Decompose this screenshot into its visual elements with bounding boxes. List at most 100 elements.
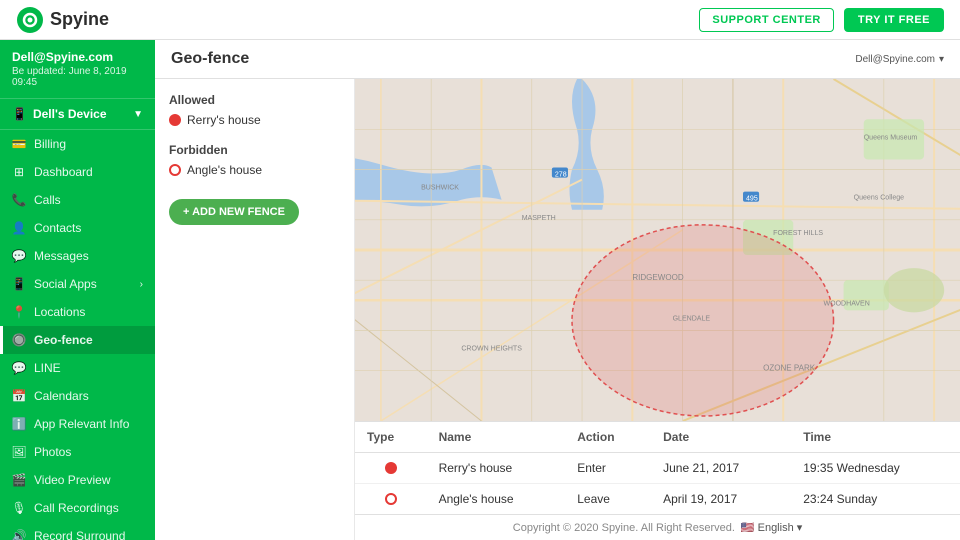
main-layout: Dell@Spyine.com Be updated: June 8, 2019… xyxy=(0,40,960,540)
sidebar-item-app-relevant-info[interactable]: ℹ️ App Relevant Info xyxy=(0,410,155,438)
svg-text:278: 278 xyxy=(555,172,567,179)
nav-label: Locations xyxy=(34,305,85,319)
sidebar-email: Dell@Spyine.com xyxy=(12,50,143,64)
sidebar-item-call-recordings[interactable]: 🎙 Call Recordings xyxy=(0,494,155,522)
type-dot-outline xyxy=(385,493,397,505)
nav-icon: ⊞ xyxy=(12,165,26,179)
nav-icon: 🔘 xyxy=(12,333,26,347)
table-wrapper: Type Name Action Date Time Rerry's house… xyxy=(355,422,960,514)
sidebar-item-line[interactable]: 💬 LINE xyxy=(0,354,155,382)
language-selector[interactable]: 🇺🇸 English ▾ xyxy=(741,521,802,534)
col-date: Date xyxy=(651,422,791,453)
map-svg: BROOKLYN CROWN HEIGHTS RIDGEWOOD GLENDAL… xyxy=(355,79,960,421)
nav-icon: ℹ️ xyxy=(12,417,26,431)
sidebar-nav: 💳 Billing ⊞ Dashboard 📞 Calls 👤 Contacts… xyxy=(0,130,155,540)
sidebar: Dell@Spyine.com Be updated: June 8, 2019… xyxy=(0,40,155,540)
svg-text:Queens Museum: Queens Museum xyxy=(864,134,918,141)
allowed-dot-icon xyxy=(169,114,181,126)
nav-label: App Relevant Info xyxy=(34,417,129,431)
sidebar-item-locations[interactable]: 📍 Locations xyxy=(0,298,155,326)
sidebar-item-record-surround[interactable]: 🔊 Record Surround xyxy=(0,522,155,540)
flag-icon: 🇺🇸 xyxy=(741,521,755,534)
col-name: Name xyxy=(427,422,566,453)
sidebar-device[interactable]: 📱 Dell's Device ▼ xyxy=(0,99,155,130)
sidebar-item-photos[interactable]: 🖼 Photos xyxy=(0,438,155,466)
sidebar-item-social-apps[interactable]: 📱 Social Apps › xyxy=(0,270,155,298)
sidebar-item-dashboard[interactable]: ⊞ Dashboard xyxy=(0,158,155,186)
nav-icon: 💳 xyxy=(12,137,26,151)
table-row: Rerry's house Enter June 21, 2017 19:35 … xyxy=(355,453,960,484)
sidebar-item-calendars[interactable]: 📅 Calendars xyxy=(0,382,155,410)
svg-text:BUSHWICK: BUSHWICK xyxy=(421,185,459,192)
dropdown-chevron-icon: ▾ xyxy=(939,54,944,65)
nav-label: Contacts xyxy=(34,221,81,235)
fence-events-table: Type Name Action Date Time Rerry's house… xyxy=(355,422,960,514)
col-action: Action xyxy=(565,422,651,453)
support-center-button[interactable]: SUPPORT CENTER xyxy=(699,8,833,32)
content-area: Geo-fence Dell@Spyine.com ▾ Allowed Rerr… xyxy=(155,40,960,540)
allowed-fence-item: Rerry's house xyxy=(169,113,340,127)
nav-arrow-icon: › xyxy=(140,279,143,290)
nav-icon: 📅 xyxy=(12,389,26,403)
content-header: Geo-fence Dell@Spyine.com ▾ xyxy=(155,40,960,79)
sidebar-updated: Be updated: June 8, 2019 09:45 xyxy=(12,66,143,88)
sidebar-item-billing[interactable]: 💳 Billing xyxy=(0,130,155,158)
nav-label: Billing xyxy=(34,137,66,151)
sidebar-item-calls[interactable]: 📞 Calls xyxy=(0,186,155,214)
cell-time: 23:24 Sunday xyxy=(791,484,960,515)
cell-action: Leave xyxy=(565,484,651,515)
forbidden-fence-name: Angle's house xyxy=(187,163,262,177)
page-title: Geo-fence xyxy=(171,50,249,68)
svg-text:495: 495 xyxy=(746,196,758,203)
table-header-row: Type Name Action Date Time xyxy=(355,422,960,453)
add-new-fence-button[interactable]: + ADD NEW FENCE xyxy=(169,199,299,225)
nav-icon: 📞 xyxy=(12,193,26,207)
table-row: Angle's house Leave April 19, 2017 23:24… xyxy=(355,484,960,515)
nav-label: Calendars xyxy=(34,389,89,403)
svg-text:RIDGEWOOD: RIDGEWOOD xyxy=(632,273,684,282)
sidebar-item-messages[interactable]: 💬 Messages xyxy=(0,242,155,270)
svg-text:MASPETH: MASPETH xyxy=(522,215,556,222)
footer: Copyright © 2020 Spyine. All Right Reser… xyxy=(355,514,960,540)
header: Spyine SUPPORT CENTER TRY IT FREE xyxy=(0,0,960,40)
try-free-button[interactable]: TRY IT FREE xyxy=(844,8,944,32)
allowed-fence-name: Rerry's house xyxy=(187,113,261,127)
sidebar-item-contacts[interactable]: 👤 Contacts xyxy=(0,214,155,242)
copyright-text: Copyright © 2020 Spyine. All Right Reser… xyxy=(513,522,735,534)
svg-text:OZONE PARK: OZONE PARK xyxy=(763,364,816,373)
nav-icon: 📍 xyxy=(12,305,26,319)
type-dot-filled xyxy=(385,462,397,474)
device-chevron-icon: ▼ xyxy=(133,109,143,120)
nav-icon: 💬 xyxy=(12,249,26,263)
user-dropdown[interactable]: Dell@Spyine.com ▾ xyxy=(855,54,944,65)
cell-date: June 21, 2017 xyxy=(651,453,791,484)
nav-label: LINE xyxy=(34,361,61,375)
nav-icon: 🖼 xyxy=(12,445,26,459)
svg-text:GLENDALE: GLENDALE xyxy=(673,315,711,322)
col-type: Type xyxy=(355,422,427,453)
sidebar-user-info: Dell@Spyine.com Be updated: June 8, 2019… xyxy=(0,40,155,99)
logo-text: Spyine xyxy=(50,9,109,30)
cell-type xyxy=(355,484,427,515)
sidebar-item-video-preview[interactable]: 🎬 Video Preview xyxy=(0,466,155,494)
nav-icon: 🔊 xyxy=(12,529,26,540)
nav-label: Record Surround xyxy=(34,529,125,540)
forbidden-dot-icon xyxy=(169,164,181,176)
nav-icon: 👤 xyxy=(12,221,26,235)
nav-label: Photos xyxy=(34,445,71,459)
cell-time: 19:35 Wednesday xyxy=(791,453,960,484)
allowed-label: Allowed xyxy=(169,93,340,107)
nav-label: Calls xyxy=(34,193,61,207)
cell-date: April 19, 2017 xyxy=(651,484,791,515)
nav-label: Social Apps xyxy=(34,277,97,291)
forbidden-label: Forbidden xyxy=(169,143,340,157)
device-name-label: Dell's Device xyxy=(33,107,107,121)
nav-label: Video Preview xyxy=(34,473,111,487)
nav-label: Messages xyxy=(34,249,89,263)
nav-label: Geo-fence xyxy=(34,333,93,347)
nav-label: Call Recordings xyxy=(34,501,119,515)
svg-text:CROWN HEIGHTS: CROWN HEIGHTS xyxy=(461,346,522,353)
logo-icon xyxy=(16,6,44,34)
sidebar-item-geo-fence[interactable]: 🔘 Geo-fence xyxy=(0,326,155,354)
nav-icon: 🎬 xyxy=(12,473,26,487)
